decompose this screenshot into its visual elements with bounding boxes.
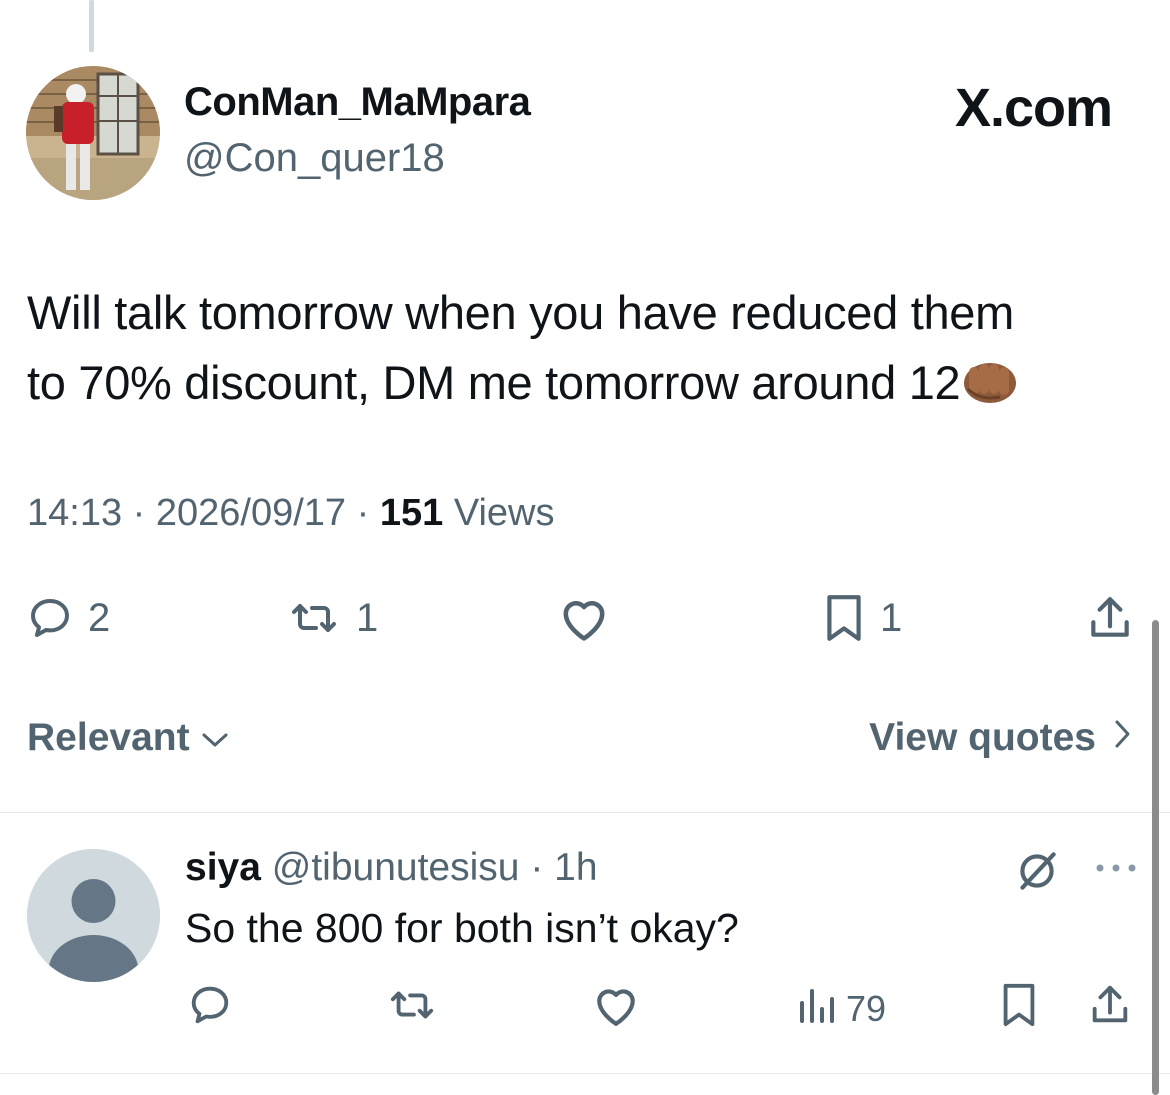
like-icon — [590, 982, 642, 1037]
reply-author-avatar[interactable] — [27, 849, 160, 982]
reply-author-name[interactable]: siya — [185, 846, 261, 889]
view-quotes-link[interactable]: View quotes — [869, 716, 1132, 760]
tweet-date[interactable]: 2026/09/17 — [156, 492, 346, 534]
bookmark-icon — [822, 593, 866, 643]
more-icon — [1092, 863, 1140, 880]
reply-reply-button[interactable] — [186, 984, 234, 1034]
repost-count: 1 — [356, 595, 379, 640]
reply-views-count: 79 — [846, 988, 887, 1029]
like-icon — [556, 593, 612, 643]
like-button[interactable] — [556, 590, 612, 646]
fist-emoji-icon — [960, 354, 1018, 403]
section-divider — [0, 812, 1170, 813]
grok-icon — [1012, 852, 1062, 900]
bookmark-count: 1 — [880, 595, 903, 640]
views-count: 151 — [379, 492, 444, 534]
share-icon — [1086, 982, 1134, 1037]
repost-button[interactable]: 1 — [286, 590, 378, 646]
repost-icon — [384, 982, 440, 1037]
reply-button[interactable]: 2 — [26, 590, 110, 646]
reply-views-button[interactable]: 79 — [796, 984, 886, 1034]
tweet-text-line2: to 70% discount, DM me tomorrow around 1… — [27, 356, 961, 409]
author-handle[interactable]: @Con_quer18 — [184, 136, 445, 181]
scrollbar[interactable] — [1152, 620, 1159, 1095]
reply-icon — [186, 982, 234, 1037]
reply-repost-button[interactable] — [384, 984, 440, 1034]
views-icon — [796, 985, 836, 1034]
meta-separator: · — [132, 492, 146, 534]
reply-count: 2 — [88, 595, 111, 640]
tweet-text-line1: Will talk tomorrow when you have reduced… — [27, 286, 1014, 339]
author-display-name[interactable]: ConMan_MaMpara — [184, 80, 531, 125]
tweet-text: Will talk tomorrow when you have reduced… — [27, 278, 1147, 418]
bookmark-icon — [998, 982, 1040, 1037]
meta-separator: · — [356, 492, 370, 534]
thread-connector-line — [89, 0, 94, 52]
tweet-time[interactable]: 14:13 — [27, 492, 122, 534]
repost-icon — [286, 594, 342, 642]
view-quotes-label: View quotes — [869, 716, 1096, 759]
chevron-right-icon — [1112, 716, 1132, 760]
reply-author-handle[interactable]: @tibunutesisu — [272, 846, 520, 889]
reply-share-button[interactable] — [1086, 984, 1134, 1034]
author-avatar[interactable] — [26, 66, 160, 200]
reply-divider — [0, 1073, 1170, 1074]
bookmark-button[interactable]: 1 — [822, 590, 902, 646]
reply-age[interactable]: 1h — [554, 846, 597, 889]
sort-replies-dropdown[interactable]: Relevant — [27, 716, 230, 760]
more-options-button[interactable] — [1092, 860, 1140, 881]
reply-separator: · — [530, 846, 544, 889]
tweet-meta: 14:13 · 2026/09/17 · 151 Views — [27, 492, 555, 535]
share-icon — [1084, 593, 1136, 643]
xcom-watermark: X.com — [954, 78, 1113, 138]
reply-text: So the 800 for both isn’t okay? — [185, 905, 739, 951]
sort-label: Relevant — [27, 716, 190, 759]
views-label: Views — [453, 492, 555, 534]
chevron-down-icon — [200, 716, 230, 760]
reply-bookmark-button[interactable] — [998, 982, 1040, 1037]
reply-icon — [26, 594, 74, 642]
reply-header: siya @tibunutesisu · 1h — [185, 846, 598, 890]
share-button[interactable] — [1084, 590, 1136, 646]
grok-button[interactable] — [1012, 846, 1062, 901]
reply-like-button[interactable] — [590, 984, 642, 1034]
